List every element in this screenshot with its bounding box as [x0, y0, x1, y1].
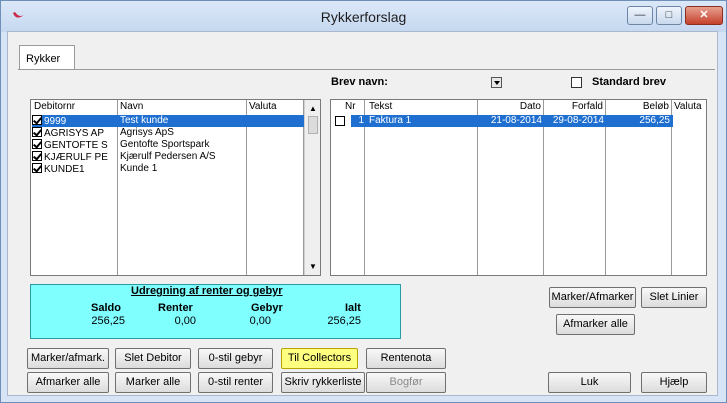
debitornr-cell: KUNDE1 — [44, 164, 85, 175]
row-checkbox[interactable] — [32, 139, 42, 149]
row-checkbox[interactable] — [32, 127, 42, 137]
column-header-tekst[interactable]: Tekst — [369, 101, 392, 112]
debitornr-cell: KJÆRULF PE — [44, 152, 108, 163]
debitor-row-4[interactable]: KJÆRULF PE Kjærulf Pedersen A/S — [32, 151, 304, 163]
calc-title: Udregning af renter og gebyr — [131, 285, 283, 297]
belob-cell: 256,25 — [632, 115, 670, 127]
luk-button[interactable]: Luk — [548, 372, 631, 393]
column-header-belob[interactable]: Beløb — [621, 101, 669, 112]
vertical-scrollbar[interactable]: ▲ ▼ — [304, 100, 320, 275]
window-title: Rykkerforslag — [320, 9, 407, 25]
slet-linier-button[interactable]: Slet Linier — [641, 287, 707, 308]
title-bar[interactable]: Rykkerforslag — □ ✕ — [1, 1, 726, 32]
ialt-label: Ialt — [345, 302, 361, 314]
navn-cell: Kjærulf Pedersen A/S — [120, 151, 216, 162]
renter-value: 0,00 — [174, 315, 196, 327]
column-header-valuta[interactable]: Valuta — [249, 101, 277, 112]
column-header-forfald[interactable]: Forfald — [553, 101, 603, 112]
dato-cell: 21-08-2014 — [484, 115, 542, 127]
scroll-down-arrow-icon[interactable]: ▼ — [309, 262, 317, 271]
debitor-row-2[interactable]: AGRISYS AP Agrisys ApS — [32, 127, 304, 139]
row-checkbox[interactable] — [32, 151, 42, 161]
standard-brev-checkbox[interactable] — [571, 77, 582, 88]
hjaelp-button[interactable]: Hjælp — [641, 372, 707, 393]
debitornr-cell: GENTOFTE S — [44, 140, 108, 151]
brev-dropdown-button[interactable] — [491, 77, 502, 88]
forfald-cell: 29-08-2014 — [546, 115, 604, 127]
navn-cell: Gentofte Sportspark — [120, 139, 210, 150]
gebyr-value: 0,00 — [249, 315, 271, 327]
standard-brev-label: Standard brev — [592, 76, 666, 88]
maximize-button[interactable]: □ — [656, 6, 682, 25]
navn-cell: Test kunde — [120, 115, 169, 126]
navn-cell: Agrisys ApS — [120, 127, 174, 138]
faktura-list[interactable]: Nr Tekst Dato Forfald Beløb Valuta 1 Fak… — [330, 99, 707, 276]
debitornr-cell: AGRISYS AP — [44, 128, 105, 139]
gebyr-label: Gebyr — [251, 302, 283, 314]
nulstil-renter-button[interactable]: 0-stil renter — [198, 372, 273, 393]
saldo-label: Saldo — [91, 302, 121, 314]
slet-debitor-button[interactable]: Slet Debitor — [115, 348, 191, 369]
afmarker-alle-button-right[interactable]: Afmarker alle — [556, 314, 635, 335]
bogfor-button[interactable]: Bogfør — [366, 372, 446, 393]
row-checkbox[interactable] — [32, 115, 42, 125]
faktura-row-1[interactable]: 1 Faktura 1 21-08-2014 29-08-2014 256,25 — [332, 115, 705, 127]
column-header-dato[interactable]: Dato — [499, 101, 541, 112]
debitor-row-1[interactable]: 9999 Test kunde — [32, 115, 304, 127]
tab-rykker[interactable]: Rykker — [19, 45, 75, 70]
scroll-up-arrow-icon[interactable]: ▲ — [309, 104, 317, 113]
scrollbar-thumb[interactable] — [308, 116, 318, 134]
column-header-nr[interactable]: Nr — [345, 101, 356, 112]
column-header-navn[interactable]: Navn — [120, 101, 143, 112]
debitor-list[interactable]: Debitornr Navn Valuta 9999 Test kunde AG… — [30, 99, 321, 276]
nulstil-gebyr-button[interactable]: 0-stil gebyr — [198, 348, 273, 369]
debitor-row-5[interactable]: KUNDE1 Kunde 1 — [32, 163, 304, 175]
debitor-row-3[interactable]: GENTOFTE S Gentofte Sportspark — [32, 139, 304, 151]
column-header-valuta[interactable]: Valuta — [674, 101, 702, 112]
marker-afmarker-button[interactable]: Marker/Afmarker — [549, 287, 636, 308]
nr-cell: 1 — [352, 115, 364, 127]
row-checkbox[interactable] — [335, 116, 345, 126]
navn-cell: Kunde 1 — [120, 163, 158, 174]
rentenota-button[interactable]: Rentenota — [366, 348, 446, 369]
tekst-cell: Faktura 1 — [369, 115, 412, 127]
saldo-value: 256,25 — [91, 315, 125, 327]
close-button[interactable]: ✕ — [685, 6, 723, 25]
renter-label: Renter — [158, 302, 193, 314]
ialt-value: 256,25 — [327, 315, 361, 327]
row-checkbox[interactable] — [32, 163, 42, 173]
afmarker-alle-button[interactable]: Afmarker alle — [27, 372, 109, 393]
marker-alle-button[interactable]: Marker alle — [115, 372, 191, 393]
debitornr-cell: 9999 — [44, 116, 67, 127]
marker-afmark-button[interactable]: Marker/afmark. — [27, 348, 109, 369]
brev-navn-label: Brev navn: — [331, 76, 388, 88]
minimize-button[interactable]: — — [627, 6, 653, 25]
til-collectors-button[interactable]: Til Collectors — [281, 348, 358, 369]
column-header-debitornr[interactable]: Debitornr — [34, 101, 75, 112]
calculation-panel: Udregning af renter og gebyr Saldo 256,2… — [30, 284, 401, 339]
skriv-rykkerliste-button[interactable]: Skriv rykkerliste — [281, 372, 365, 393]
